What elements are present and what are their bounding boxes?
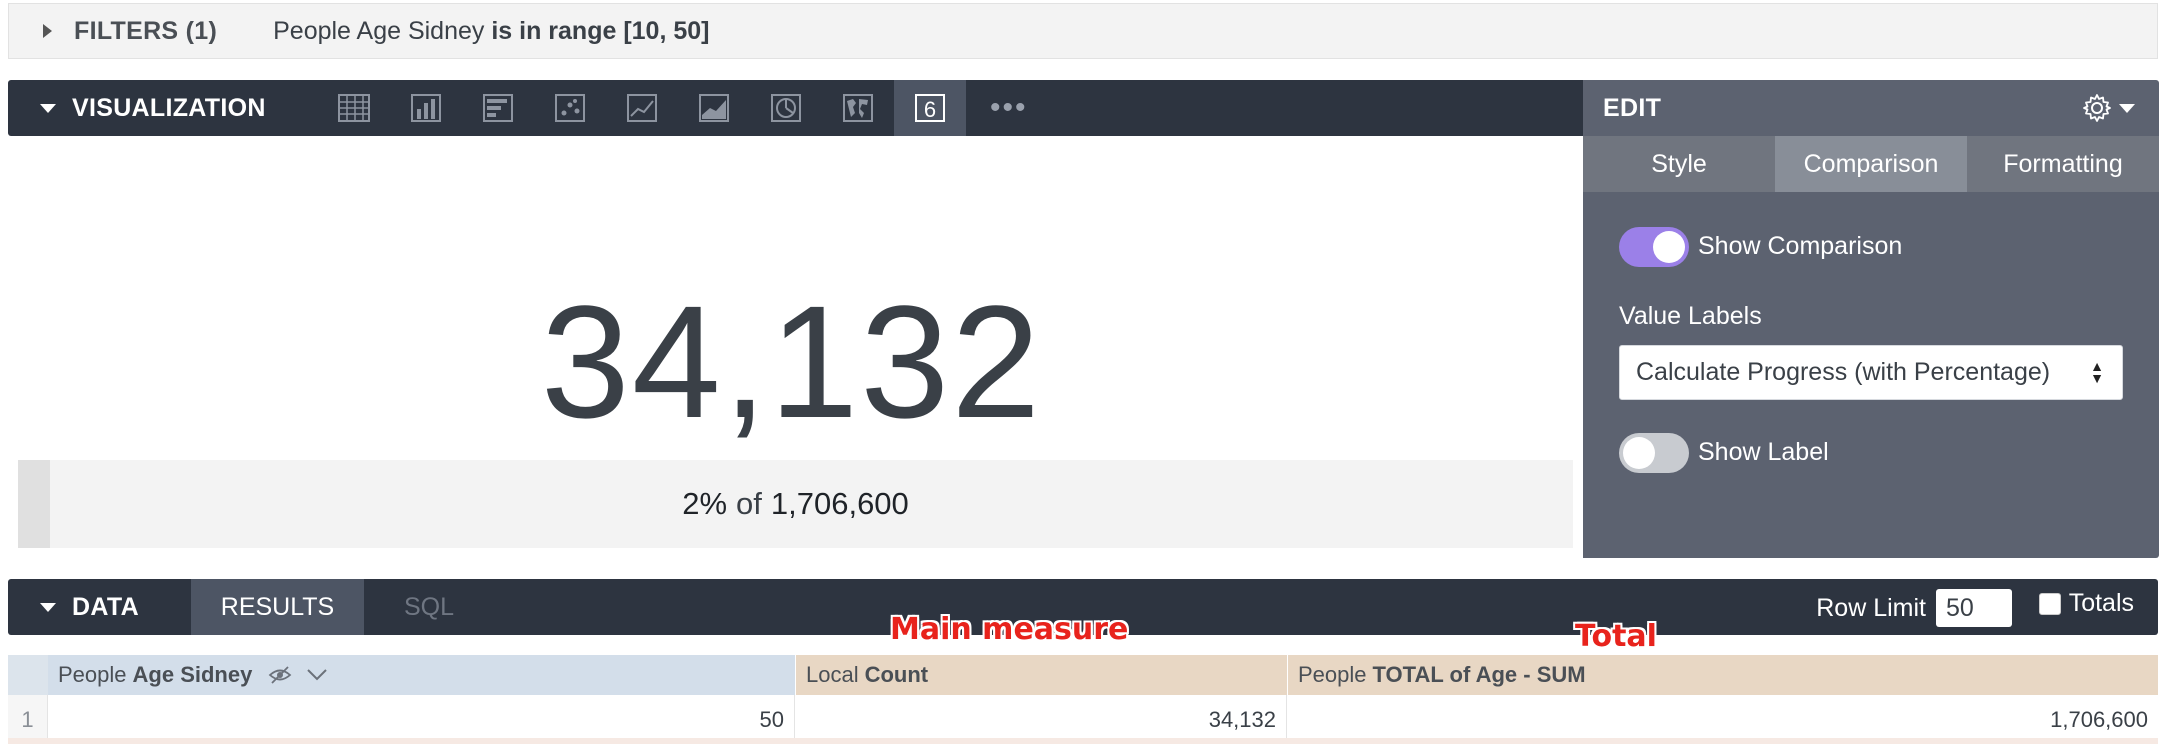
column-name: Count xyxy=(864,662,929,687)
edit-panel: EDIT Style Comparison Formatting Show Co… xyxy=(1583,80,2159,558)
cell-local-count[interactable]: 34,132 xyxy=(795,695,1287,744)
show-label-label: Show Label xyxy=(1698,438,1829,466)
cell-total-age-sum[interactable]: 1,706,600 xyxy=(1287,695,2158,744)
collapse-caret-icon[interactable] xyxy=(40,103,56,113)
gear-icon xyxy=(2083,94,2111,122)
line-chart-icon[interactable] xyxy=(606,80,678,136)
column-header-total-age-sum[interactable]: People TOTAL of Age - SUM xyxy=(1287,655,2158,695)
table-row: 1 50 34,132 1,706,600 xyxy=(8,695,2158,744)
collapse-caret-icon[interactable] xyxy=(40,602,56,612)
column-prefix: People xyxy=(1298,662,1367,687)
tab-sql[interactable]: SQL xyxy=(364,579,494,635)
comparison-total: 1,706,600 xyxy=(770,486,909,521)
filter-field: People Age Sidney xyxy=(273,16,485,45)
map-icon[interactable] xyxy=(822,80,894,136)
row-index: 1 xyxy=(8,695,48,744)
single-value-icon-label: 6 xyxy=(924,97,936,122)
filters-bar[interactable]: FILTERS (1) People Age Sidney is in rang… xyxy=(8,3,2158,59)
tab-style[interactable]: Style xyxy=(1583,136,1775,192)
totals-control[interactable]: Totals xyxy=(2038,589,2134,618)
column-prefix: Local xyxy=(806,662,859,687)
column-name: TOTAL of Age - SUM xyxy=(1372,662,1586,687)
tab-comparison[interactable]: Comparison xyxy=(1775,136,1967,192)
row-limit: Row Limit 50 xyxy=(1816,589,2012,627)
toggle-knob xyxy=(1653,231,1685,263)
select-arrows-icon: ▲ ▼ xyxy=(2090,358,2104,386)
pie-chart-icon[interactable] xyxy=(750,80,822,136)
value-labels-heading: Value Labels xyxy=(1619,302,1762,330)
column-name: Age Sidney xyxy=(132,662,253,687)
filter-summary: People Age Sidney is in range [10, 50] xyxy=(273,17,709,46)
value-labels-selected: Calculate Progress (with Percentage) xyxy=(1636,358,2051,386)
hidden-eye-icon[interactable] xyxy=(268,665,292,685)
filters-title[interactable]: FILTERS (1) xyxy=(74,17,217,46)
column-header-icons xyxy=(268,665,328,685)
edit-title: EDIT xyxy=(1603,93,1662,122)
comparison-progress-bar: 2% of 1,706,600 xyxy=(18,460,1573,548)
show-label-toggle[interactable] xyxy=(1619,433,1689,473)
edit-panel-header: EDIT xyxy=(1583,80,2159,136)
tab-formatting[interactable]: Formatting xyxy=(1967,136,2159,192)
row-limit-input[interactable]: 50 xyxy=(1936,589,2012,627)
total-annotation: Total xyxy=(1575,619,1657,654)
column-header-local-count[interactable]: Local Count xyxy=(795,655,1287,695)
comparison-of: of xyxy=(736,486,762,521)
scatter-icon[interactable] xyxy=(534,80,606,136)
visualization-title[interactable]: VISUALIZATION xyxy=(72,94,266,123)
visualization-toolbar: VISUALIZATION 6 ••• xyxy=(8,80,1583,136)
single-value-icon[interactable]: 6 xyxy=(894,80,966,136)
chevron-down-icon xyxy=(2119,103,2135,113)
more-viz-options-icon[interactable]: ••• xyxy=(990,80,1028,136)
column-header-age-sidney[interactable]: People Age Sidney xyxy=(48,655,795,695)
data-title[interactable]: DATA xyxy=(72,593,139,622)
area-chart-icon[interactable] xyxy=(678,80,750,136)
next-row-edge xyxy=(8,738,2158,744)
viz-type-picker: 6 ••• xyxy=(318,80,1028,136)
show-comparison-toggle[interactable] xyxy=(1619,227,1689,267)
column-prefix: People xyxy=(58,662,127,687)
table-header: People Age Sidney Local Count People TOT… xyxy=(8,655,2158,695)
value-labels-select[interactable]: Calculate Progress (with Percentage) ▲ ▼ xyxy=(1619,345,2123,400)
cell-age-sidney[interactable]: 50 xyxy=(48,695,795,744)
table-icon[interactable] xyxy=(318,80,390,136)
edit-tabs: Style Comparison Formatting xyxy=(1583,136,2159,192)
totals-label: Totals xyxy=(2068,589,2134,617)
column-chart-icon[interactable] xyxy=(390,80,462,136)
show-comparison-label: Show Comparison xyxy=(1698,232,1903,260)
expand-triangle-icon[interactable] xyxy=(43,24,52,38)
row-limit-label: Row Limit xyxy=(1816,593,1926,622)
settings-gear-button[interactable] xyxy=(2081,92,2135,124)
tab-results[interactable]: RESULTS xyxy=(191,579,364,635)
single-value: 34,132 xyxy=(540,272,1043,451)
row-number-header xyxy=(8,655,48,695)
main-measure-annotation: Main measure xyxy=(890,612,1129,647)
comparison-percent: 2% xyxy=(682,486,728,521)
comparison-text: 2% of 1,706,600 xyxy=(18,460,1573,548)
totals-checkbox[interactable] xyxy=(2038,592,2061,615)
filter-condition: is in range [10, 50] xyxy=(491,16,710,45)
toggle-knob xyxy=(1623,437,1655,469)
bar-chart-icon[interactable] xyxy=(462,80,534,136)
chevron-down-icon[interactable] xyxy=(306,668,328,682)
